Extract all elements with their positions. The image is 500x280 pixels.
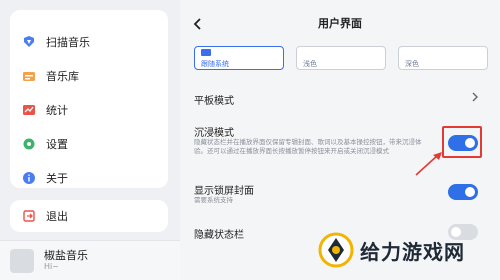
scan-music-icon (22, 35, 36, 49)
theme-option-label: 深色 (405, 60, 419, 68)
info-icon (22, 171, 36, 185)
lockscreen-cover-toggle[interactable] (448, 184, 478, 200)
top-bar: 用户界面 (180, 0, 500, 46)
statistics-icon (22, 103, 36, 117)
toggle-knob (465, 187, 475, 197)
watermark-text: 给力游戏网 (360, 239, 465, 264)
sidebar: 扫描音乐 音乐库 统计 设置 关于 退出 椒盐音乐 Hi~ (0, 0, 180, 280)
immersive-mode-label: 沉浸模式 (194, 128, 234, 139)
album-cover (10, 248, 34, 273)
sidebar-item-statistics[interactable]: 统计 (10, 94, 168, 126)
lockscreen-cover-description: 需要系统支持 (194, 196, 233, 204)
sidebar-item-scan-music[interactable]: 扫描音乐 (10, 26, 168, 58)
chevron-right-icon[interactable] (468, 90, 482, 104)
sidebar-item-label: 音乐库 (46, 70, 79, 83)
sidebar-item-music-library[interactable]: 音乐库 (10, 60, 168, 92)
annotation-highlight (442, 126, 482, 158)
back-button[interactable] (188, 14, 208, 34)
immersive-mode-description: 隐藏状态栏并在播放界面仅保留专辑封面、歌词以及基本操控按钮，带来沉浸体验。还可以… (194, 138, 422, 155)
theme-option-system[interactable]: 跟随系统 (194, 46, 284, 70)
sidebar-item-label: 扫描音乐 (46, 36, 90, 49)
sidebar-item-label: 退出 (46, 210, 68, 223)
watermark-logo-icon (318, 232, 354, 268)
sidebar-item-about[interactable]: 关于 (10, 162, 168, 194)
sidebar-item-label: 统计 (46, 104, 68, 117)
hide-statusbar-label: 隐藏状态栏 (194, 230, 244, 241)
sidebar-item-label: 关于 (46, 172, 68, 185)
sidebar-item-exit[interactable]: 退出 (10, 200, 168, 232)
watermark: 给力游戏网 (318, 228, 494, 272)
settings-icon (22, 137, 36, 151)
sidebar-item-settings[interactable]: 设置 (10, 128, 168, 160)
theme-option-dark[interactable]: 深色 (398, 46, 488, 70)
theme-option-light[interactable]: 浅色 (296, 46, 386, 70)
player-text: 椒盐音乐 Hi~ (44, 249, 88, 272)
exit-card: 退出 (10, 200, 168, 232)
theme-selector: 跟随系统 浅色 深色 (194, 46, 494, 72)
theme-preview-icon (201, 49, 211, 56)
lockscreen-cover-label: 显示锁屏封面 (194, 186, 254, 197)
exit-icon (22, 209, 36, 223)
page-title: 用户界面 (318, 17, 362, 30)
theme-option-label: 跟随系统 (201, 60, 229, 68)
annotation-arrow-icon (415, 152, 442, 176)
sidebar-item-label: 设置 (46, 138, 68, 151)
tablet-mode-label[interactable]: 平板模式 (194, 92, 234, 107)
mini-player[interactable]: 椒盐音乐 Hi~ (0, 240, 180, 280)
menu-card: 扫描音乐 音乐库 统计 设置 关于 (10, 10, 168, 188)
music-library-icon (22, 69, 36, 83)
player-title: 椒盐音乐 (44, 249, 88, 262)
player-subtitle: Hi~ (44, 262, 59, 271)
theme-option-label: 浅色 (303, 60, 317, 68)
chevron-left-icon (193, 18, 201, 30)
